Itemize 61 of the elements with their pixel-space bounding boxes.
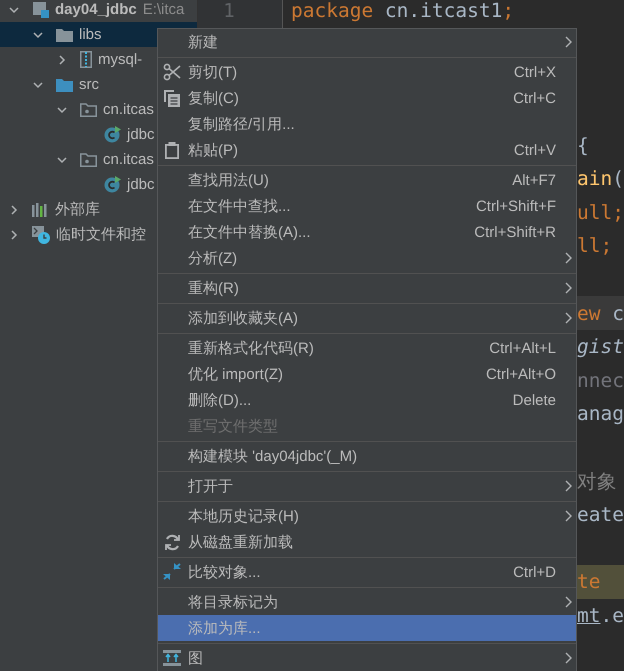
menu-item[interactable]: 复制(C) Ctrl+C bbox=[158, 85, 576, 111]
shortcut-label: Ctrl+Alt+L bbox=[489, 340, 556, 356]
folder-icon bbox=[56, 28, 73, 42]
code-line: anag bbox=[577, 402, 624, 426]
shortcut-label: Delete bbox=[512, 392, 556, 408]
tree-item[interactable]: day04_jdbc E:\itca bbox=[0, 0, 197, 22]
shortcut-label: Ctrl+Shift+R bbox=[474, 224, 556, 240]
code-line: mt.e bbox=[577, 604, 624, 627]
code-line: ew c bbox=[577, 302, 624, 325]
menu-item[interactable]: 优化 import(Z) Ctrl+Alt+O bbox=[158, 361, 576, 387]
class-icon bbox=[104, 126, 121, 143]
menu-item[interactable]: 删除(D)... Delete bbox=[158, 387, 576, 413]
shortcut-label: Ctrl+C bbox=[513, 90, 556, 106]
bar-chart-icon bbox=[32, 202, 49, 217]
code-line: nnec bbox=[577, 368, 624, 392]
clipboard-icon bbox=[165, 142, 179, 158]
menu-item[interactable]: 分析(Z) bbox=[158, 245, 576, 271]
path-label: E:\itca bbox=[142, 1, 184, 18]
menu-item[interactable]: 重构(R) bbox=[158, 275, 576, 301]
shortcut-label: Ctrl+D bbox=[513, 564, 556, 580]
class-icon bbox=[104, 176, 121, 193]
menu-item[interactable]: 复制路径/引用... bbox=[158, 111, 576, 137]
menu-item[interactable]: 在文件中替换(A)... Ctrl+Shift+R bbox=[158, 219, 576, 245]
shortcut-label: Ctrl+X bbox=[514, 64, 556, 80]
menu-item[interactable]: 在文件中查找... Ctrl+Shift+F bbox=[158, 193, 576, 219]
code-line: gist bbox=[577, 335, 624, 358]
compare-arrows-icon bbox=[163, 563, 181, 581]
menu-item[interactable]: 本地历史记录(H) bbox=[158, 503, 576, 529]
menu-item[interactable]: 图 bbox=[158, 645, 576, 671]
package-folder-icon bbox=[80, 102, 97, 116]
code-line: ll; bbox=[577, 234, 612, 258]
menu-item[interactable]: 从磁盘重新加载 bbox=[158, 529, 576, 555]
archive-icon bbox=[80, 51, 92, 68]
code-line: eate bbox=[577, 503, 624, 526]
console-clock-icon bbox=[32, 226, 50, 244]
code-line: ain( bbox=[577, 167, 624, 190]
shortcut-label: Ctrl+Shift+F bbox=[476, 198, 556, 214]
code-line: te bbox=[577, 570, 600, 594]
package-folder-icon bbox=[80, 152, 97, 166]
menu-item[interactable]: 重新格式化代码(R) Ctrl+Alt+L bbox=[158, 335, 576, 361]
menu-item[interactable]: 打开于 bbox=[158, 473, 576, 499]
shortcut-label: Ctrl+V bbox=[514, 142, 556, 158]
menu-item[interactable]: 将目录标记为 bbox=[158, 589, 576, 615]
code-line: ull; bbox=[577, 200, 624, 224]
menu-item[interactable]: 添加到收藏夹(A) bbox=[158, 305, 576, 331]
menu-item[interactable]: 剪切(T) Ctrl+X bbox=[158, 59, 576, 85]
menu-item[interactable]: 比较对象... Ctrl+D bbox=[158, 559, 576, 585]
shortcut-label: Ctrl+Alt+O bbox=[486, 366, 556, 382]
shortcut-label: Alt+F7 bbox=[512, 172, 556, 188]
code-line: package cn.itcast1; bbox=[291, 0, 514, 22]
diagram-icon bbox=[163, 650, 181, 666]
code-line: 对象 bbox=[577, 468, 617, 495]
module-icon bbox=[32, 1, 49, 18]
menu-item[interactable]: 构建模块 'day04jdbc'(_M) bbox=[158, 443, 576, 469]
refresh-icon bbox=[164, 534, 180, 550]
menu-item[interactable]: 粘贴(P) Ctrl+V bbox=[158, 137, 576, 163]
code-line: { bbox=[577, 134, 589, 157]
menu-item[interactable]: 查找用法(U) Alt+F7 bbox=[158, 167, 576, 193]
copy-icon bbox=[164, 90, 180, 106]
scissors-icon bbox=[163, 63, 181, 81]
folder-icon bbox=[56, 78, 73, 92]
